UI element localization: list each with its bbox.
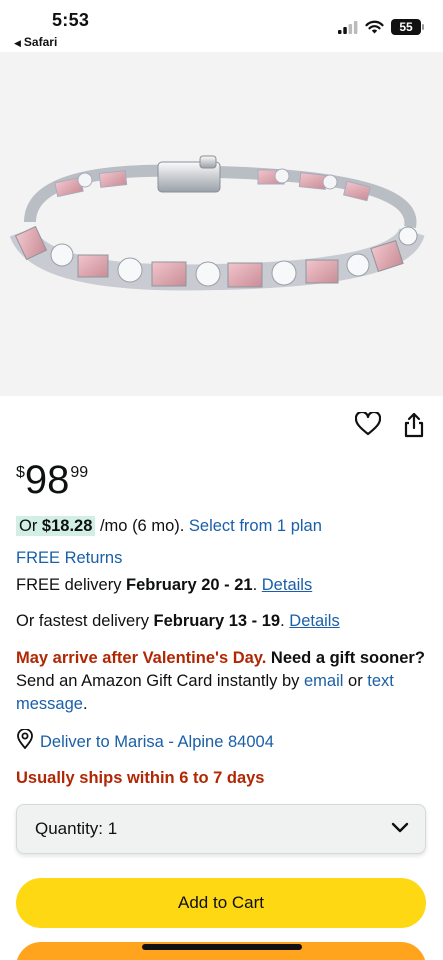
- quantity-label: Quantity:: [35, 819, 108, 838]
- quantity-text: Quantity: 1: [35, 819, 117, 839]
- wifi-icon: [365, 20, 384, 34]
- installment-highlight: Or $18.28: [16, 516, 96, 536]
- back-to-safari[interactable]: ◀ Safari: [14, 35, 57, 49]
- back-arrow-icon: ◀: [14, 38, 21, 48]
- gift-or: or: [343, 672, 368, 690]
- gift-question: Need a gift sooner?: [266, 649, 425, 667]
- add-to-cart-button[interactable]: Add to Cart: [16, 878, 426, 928]
- installment-amount: $18.28: [41, 517, 93, 535]
- free-delivery-details-link[interactable]: Details: [262, 576, 312, 594]
- price-whole: 98: [24, 458, 70, 502]
- bracelet-image: [9, 155, 425, 291]
- back-app-label: Safari: [23, 35, 58, 49]
- clock: 5:53: [52, 10, 90, 30]
- heart-icon[interactable]: [354, 410, 382, 443]
- price-fraction: 99: [70, 464, 89, 481]
- deliver-to-location[interactable]: Deliver to Marisa - Alpine 84004: [16, 728, 274, 755]
- installment-prefix: Or: [19, 517, 42, 535]
- availability-status: Usually ships within 6 to 7 days: [16, 769, 265, 787]
- product-actions: [354, 410, 425, 443]
- product-image[interactable]: [0, 52, 443, 396]
- installment-term: /mo (6 mo).: [95, 517, 189, 535]
- share-icon[interactable]: [403, 412, 425, 443]
- cellular-signal-icon: [338, 20, 358, 34]
- price: $ 98 99: [16, 458, 88, 502]
- chevron-down-icon: [391, 819, 409, 839]
- quantity-value: 1: [107, 819, 118, 838]
- gift-notice: May arrive after Valentine's Day. Need a…: [16, 647, 426, 716]
- free-delivery-sep: .: [252, 576, 262, 594]
- free-delivery-prefix: FREE delivery: [16, 576, 127, 594]
- free-returns-link[interactable]: FREE Returns: [16, 547, 122, 569]
- free-delivery-dates: February 20 - 21: [126, 576, 253, 594]
- fastest-delivery-info: Or fastest delivery February 13 - 19. De…: [16, 610, 340, 632]
- status-bar: 5:53 ◀ Safari 55: [0, 0, 443, 52]
- battery-icon: 55: [391, 19, 424, 35]
- fastest-delivery-prefix: Or fastest delivery: [16, 612, 154, 630]
- valentine-warning: May arrive after Valentine's Day.: [16, 649, 267, 667]
- location-pin-icon: [16, 728, 34, 755]
- fastest-delivery-dates: February 13 - 19: [153, 612, 281, 630]
- installment-offer: Or $18.28 /mo (6 mo). Select from 1 plan: [16, 515, 322, 537]
- quantity-select[interactable]: Quantity: 1: [16, 804, 426, 854]
- gift-text: Send an Amazon Gift Card instantly by: [16, 672, 304, 690]
- system-icons: 55: [338, 19, 424, 35]
- home-indicator: [142, 944, 302, 950]
- fastest-delivery-sep: .: [280, 612, 290, 630]
- price-currency: $: [16, 464, 25, 481]
- select-plan-link[interactable]: Select from 1 plan: [189, 517, 322, 535]
- deliver-to-label[interactable]: Deliver to Marisa - Alpine 84004: [40, 731, 274, 753]
- gift-email-link[interactable]: email: [304, 672, 343, 690]
- free-delivery-info: FREE delivery February 20 - 21. Details: [16, 574, 312, 596]
- fastest-delivery-details-link[interactable]: Details: [289, 612, 339, 630]
- gift-end: .: [82, 695, 88, 713]
